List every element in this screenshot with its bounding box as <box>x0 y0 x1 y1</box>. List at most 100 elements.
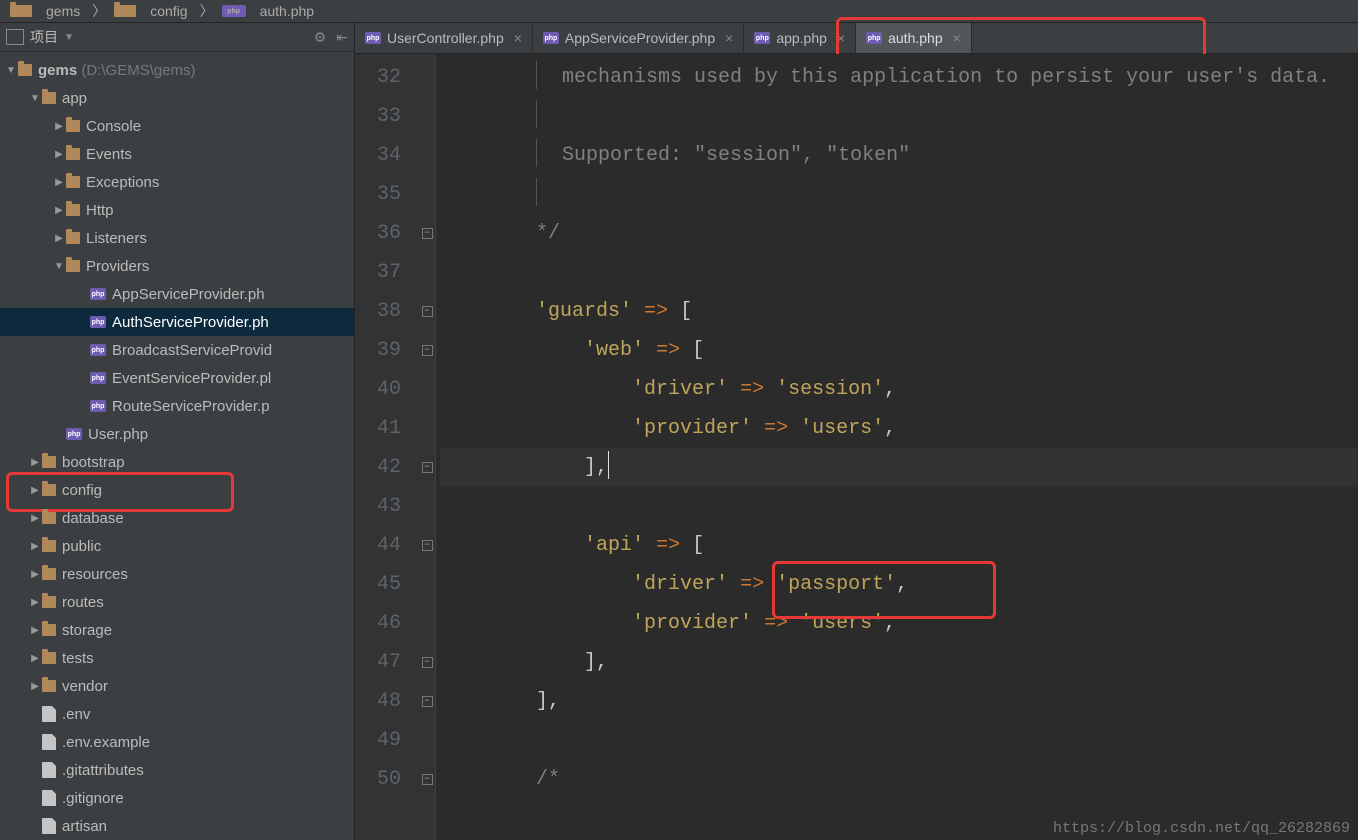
editor-tab[interactable]: phpAppServiceProvider.php× <box>533 23 744 53</box>
chevron-down-icon[interactable]: ▼ <box>64 32 74 43</box>
tree-row[interactable]: ▶Exceptions <box>0 168 354 196</box>
tree-row[interactable]: phpUser.php <box>0 420 354 448</box>
tree-row[interactable]: ▶routes <box>0 588 354 616</box>
tree-row[interactable]: phpRouteServiceProvider.p <box>0 392 354 420</box>
fold-toggle-icon[interactable]: − <box>422 228 433 239</box>
tree-arrow-icon[interactable]: ▶ <box>28 653 42 664</box>
code-line[interactable]: */ <box>440 214 1358 253</box>
breadcrumb-item[interactable]: phpauth.php <box>218 3 323 19</box>
close-icon[interactable]: × <box>514 30 522 46</box>
code-line[interactable]: ], <box>440 448 1358 487</box>
tree-row[interactable]: ▶Console <box>0 112 354 140</box>
code-line[interactable] <box>440 487 1358 526</box>
code-line[interactable] <box>440 721 1358 760</box>
tree-arrow-icon[interactable]: ▶ <box>28 513 42 524</box>
tree-row[interactable]: phpAuthServiceProvider.ph <box>0 308 354 336</box>
editor-tab[interactable]: phpapp.php× <box>744 23 856 53</box>
tree-arrow-icon[interactable]: ▶ <box>28 597 42 608</box>
code-line[interactable] <box>440 253 1358 292</box>
tree-row[interactable]: ▶database <box>0 504 354 532</box>
code-editor[interactable]: 32333435363738394041424344454647484950 −… <box>355 54 1358 840</box>
code-line[interactable]: /* <box>440 760 1358 799</box>
tree-arrow-icon[interactable]: ▶ <box>28 485 42 496</box>
project-pane-icon[interactable] <box>6 29 24 45</box>
tree-arrow-icon[interactable]: ▶ <box>28 625 42 636</box>
folder-icon <box>66 120 80 132</box>
project-tree[interactable]: ▼ gems (D:\GEMS\gems) ▼app▶Console▶Event… <box>0 52 354 840</box>
tree-row[interactable]: ▶tests <box>0 644 354 672</box>
tree-row[interactable]: phpBroadcastServiceProvid <box>0 336 354 364</box>
close-icon[interactable]: × <box>837 30 845 46</box>
tree-arrow-icon[interactable]: ▶ <box>28 541 42 552</box>
tree-arrow-icon[interactable]: ▶ <box>28 681 42 692</box>
code-line[interactable]: Supported: "session", "token" <box>440 136 1358 175</box>
tree-row[interactable]: .env.example <box>0 728 354 756</box>
tree-row[interactable]: ▶Listeners <box>0 224 354 252</box>
tree-label: .env.example <box>62 734 150 751</box>
editor-tab[interactable]: phpUserController.php× <box>355 23 533 53</box>
fold-toggle-icon[interactable]: − <box>422 306 433 317</box>
tree-arrow-icon[interactable]: ▶ <box>52 233 66 244</box>
tree-row[interactable]: .env <box>0 700 354 728</box>
sidebar-title[interactable]: 项目 <box>30 27 58 47</box>
tree-row[interactable]: .gitignore <box>0 784 354 812</box>
tree-row[interactable]: phpEventServiceProvider.pl <box>0 364 354 392</box>
breadcrumb-item[interactable]: gems <box>6 3 88 19</box>
tree-row[interactable]: ▶config <box>0 476 354 504</box>
fold-toggle-icon[interactable]: − <box>422 696 433 707</box>
code-line[interactable] <box>440 175 1358 214</box>
tree-row[interactable]: ▼Providers <box>0 252 354 280</box>
tree-arrow-icon[interactable]: ▶ <box>52 205 66 216</box>
code-line[interactable]: mechanisms used by this application to p… <box>440 58 1358 97</box>
collapse-icon[interactable]: ⇤ <box>336 29 348 46</box>
tree-arrow-icon[interactable]: ▼ <box>28 93 42 104</box>
fold-toggle-icon[interactable]: − <box>422 657 433 668</box>
tree-arrow-icon[interactable]: ▶ <box>28 569 42 580</box>
code-line[interactable]: 'api' => [ <box>440 526 1358 565</box>
gear-icon[interactable]: ⚙ <box>314 29 327 46</box>
tree-root[interactable]: ▼ gems (D:\GEMS\gems) <box>0 56 354 84</box>
tree-label: EventServiceProvider.pl <box>112 370 271 387</box>
close-icon[interactable]: × <box>953 30 961 46</box>
tree-row[interactable]: .gitattributes <box>0 756 354 784</box>
tree-row[interactable]: ▶resources <box>0 560 354 588</box>
code-line[interactable]: 'driver' => 'passport', <box>440 565 1358 604</box>
breadcrumb-item[interactable]: config <box>110 3 195 19</box>
code-line[interactable]: 'guards' => [ <box>440 292 1358 331</box>
fold-toggle-icon[interactable]: − <box>422 462 433 473</box>
code-line[interactable]: ], <box>440 682 1358 721</box>
tree-row[interactable]: ▶Http <box>0 196 354 224</box>
tree-row[interactable]: phpAppServiceProvider.ph <box>0 280 354 308</box>
tree-arrow-icon[interactable]: ▶ <box>52 121 66 132</box>
tree-arrow-icon[interactable]: ▼ <box>4 65 18 76</box>
tree-row[interactable]: ▶storage <box>0 616 354 644</box>
tree-row[interactable]: ▶public <box>0 532 354 560</box>
code-line[interactable]: 'provider' => 'users', <box>440 604 1358 643</box>
tree-row[interactable]: ▶bootstrap <box>0 448 354 476</box>
fold-toggle-icon[interactable]: − <box>422 345 433 356</box>
close-icon[interactable]: × <box>725 30 733 46</box>
fold-toggle-icon[interactable]: − <box>422 774 433 785</box>
tree-arrow-icon[interactable]: ▶ <box>52 177 66 188</box>
php-file-icon: php <box>222 5 246 17</box>
php-file-icon: php <box>66 428 82 440</box>
tree-row[interactable]: ▼app <box>0 84 354 112</box>
tree-arrow-icon[interactable]: ▶ <box>52 149 66 160</box>
code-line[interactable]: 'driver' => 'session', <box>440 370 1358 409</box>
code-lines[interactable]: mechanisms used by this application to p… <box>436 54 1358 840</box>
code-line[interactable]: 'web' => [ <box>440 331 1358 370</box>
tree-row[interactable]: artisan <box>0 812 354 840</box>
tree-label: artisan <box>62 818 107 835</box>
code-line[interactable]: ], <box>440 643 1358 682</box>
code-line[interactable] <box>440 97 1358 136</box>
code-line[interactable]: 'provider' => 'users', <box>440 409 1358 448</box>
tree-row[interactable]: ▶Events <box>0 140 354 168</box>
tree-arrow-icon[interactable]: ▶ <box>28 457 42 468</box>
editor-tab[interactable]: phpauth.php× <box>856 23 972 53</box>
tab-label: auth.php <box>888 30 943 46</box>
fold-column[interactable]: − − − − − − − − <box>419 54 436 840</box>
tree-row[interactable]: ▶vendor <box>0 672 354 700</box>
folder-icon <box>42 512 56 524</box>
fold-toggle-icon[interactable]: − <box>422 540 433 551</box>
tree-arrow-icon[interactable]: ▼ <box>52 261 66 272</box>
